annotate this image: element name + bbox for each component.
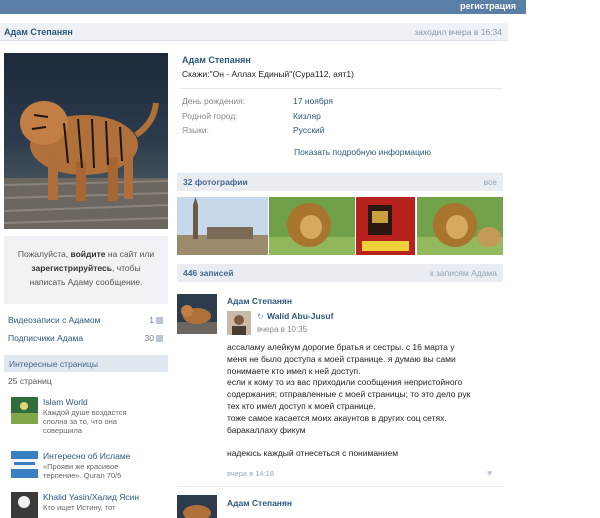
profile-name-bar: Адам Степанян заходил вчера в 16:34: [0, 23, 508, 41]
post-text-line: надеюсь каждый отнесеться с пониманием: [227, 448, 399, 459]
hometown-value[interactable]: Кизляр: [293, 111, 321, 121]
islam-world-thumb-icon: [11, 397, 38, 424]
register-link[interactable]: регистрация: [460, 1, 516, 11]
post-author-name[interactable]: Адам Степанян: [227, 296, 292, 306]
next-post-avatar[interactable]: [177, 495, 217, 518]
repost-author-avatar[interactable]: [227, 311, 251, 335]
interesting-pages-header[interactable]: Интересные страницы: [4, 355, 168, 372]
page-item-interesting-islam[interactable]: Интересно об Исламе «Прояви же красивое …: [8, 451, 168, 481]
repost-arrow-icon: ↻: [257, 312, 264, 321]
people-icon: [156, 335, 163, 343]
interesting-islam-thumb-icon: [11, 451, 38, 478]
khalid-yasin-thumb-icon: [11, 492, 38, 518]
page-description: Кто ищет Истину, тот: [43, 503, 116, 512]
page-description: «Прояви же красивое терпение». Quran 70/…: [43, 462, 122, 480]
login-prompt: Пожалуйста, войдите на сайт или зарегист…: [4, 236, 168, 304]
page-item-khalid-yasin[interactable]: Khalid Yasin/Халид Ясин Кто ищет Истину,…: [8, 492, 168, 518]
next-post-author-name[interactable]: Адам Степанян: [227, 498, 292, 508]
like-heart-icon[interactable]: ♥: [487, 468, 492, 478]
photo-thumb-3[interactable]: [356, 197, 415, 255]
lion-photo: [269, 197, 355, 255]
register-prompt-link[interactable]: зарегистрируйтесь: [31, 263, 112, 273]
profile-avatar[interactable]: [4, 53, 168, 229]
pages-count: 25 страниц: [8, 376, 52, 386]
divider: [180, 88, 502, 89]
languages-value[interactable]: Русский: [293, 125, 325, 135]
post-text-line: понимаете кто имел к ней доступ.: [227, 365, 361, 376]
login-prompt-text: на сайт или: [105, 249, 155, 259]
video-icon: [156, 317, 163, 325]
login-link[interactable]: войдите: [70, 249, 105, 259]
post-text-line: баракаллаху фикум: [227, 424, 306, 435]
top-bar: регистрация: [0, 0, 526, 14]
profile-name: Адам Степанян: [182, 55, 251, 65]
show-more-info-link[interactable]: Показать подробную информацию: [294, 147, 431, 157]
post-text-line: тоже самое касается моих акаунтов в друг…: [227, 412, 447, 423]
videos-count: 1: [149, 315, 163, 325]
tiger-avatar-small-2: [177, 495, 217, 518]
post-text-line: тех кто имел доступ к моей странице.: [227, 400, 376, 411]
mosque-photo: [177, 197, 268, 255]
post-author-avatar[interactable]: [177, 294, 217, 334]
birthday-label: День рождения:: [182, 96, 246, 106]
repost-author-name[interactable]: Walid Abu-Jusuf: [267, 311, 333, 321]
photos-title: 32 фотографии: [183, 177, 248, 187]
page-item-islam-world[interactable]: Islam World Каждой душе воздастся сполна…: [8, 397, 168, 435]
wall-posts-count: 446 записей: [183, 268, 234, 278]
videos-label: Видеозаписи с Адамом: [8, 315, 101, 325]
videos-link[interactable]: Видеозаписи с Адамом 1: [8, 315, 163, 325]
birthday-value[interactable]: 17 ноября: [293, 96, 333, 106]
photo-thumb-2[interactable]: [269, 197, 355, 255]
post-divider: [177, 486, 503, 487]
profile-name-header: Адам Степанян: [4, 27, 73, 37]
tiger-photo: [4, 53, 168, 229]
book-photo: [356, 197, 415, 255]
page-description: Каждой душе воздастся сполна за то, что …: [43, 408, 127, 435]
login-prompt-text: написать Адаму сообщение.: [29, 277, 143, 287]
page-title: Интересно об Исламе: [43, 451, 131, 461]
last-seen-text: заходил вчера в 16:34: [414, 27, 502, 37]
languages-label: Языки:: [182, 125, 209, 135]
post-text-line: если к кому то из вас приходили сообщени…: [227, 377, 463, 388]
post-text-line: ассаламу алейкум дорогие братья и сестры…: [227, 342, 455, 352]
subscribers-count: 30: [145, 333, 163, 343]
post-text: ассаламу алейкум дорогие братья и сестры…: [227, 342, 497, 460]
hometown-label: Родной город:: [182, 111, 238, 121]
post-text-line: меня не было доступа к моей странице. я …: [227, 353, 456, 364]
photos-all-link[interactable]: все: [484, 177, 497, 187]
subscribers-link[interactable]: Подписчики Адама 30: [8, 333, 163, 343]
photo-thumb-4[interactable]: [417, 197, 503, 255]
lion-photo-2: [417, 197, 503, 255]
wall-posts-link[interactable]: к записям Адама: [430, 268, 497, 278]
photo-thumb-1[interactable]: [177, 197, 268, 255]
photos-header[interactable]: 32 фотографии все: [177, 173, 503, 191]
wall-header[interactable]: 446 записей к записям Адама: [177, 264, 503, 282]
page-title: Islam World: [43, 397, 88, 407]
login-prompt-text: , чтобы: [111, 263, 141, 273]
post-text-line: содержания; отправленные с моей страницы…: [227, 389, 471, 400]
repost-avatar-photo: [227, 311, 251, 335]
interesting-pages-title: Интересные страницы: [9, 359, 98, 369]
page-title: Khalid Yasin/Халид Ясин: [43, 492, 140, 502]
post-time[interactable]: вчера в 14:18: [227, 469, 274, 478]
tiger-avatar-small: [177, 294, 217, 334]
subscribers-label: Подписчики Адама: [8, 333, 84, 343]
login-prompt-text: Пожалуйста,: [17, 249, 71, 259]
post-text-line: [227, 436, 497, 448]
profile-status: Скажи:"Он - Аллах Единый"(Сура112, аят1): [182, 69, 354, 79]
repost-time[interactable]: вчера в 10:35: [257, 325, 307, 334]
